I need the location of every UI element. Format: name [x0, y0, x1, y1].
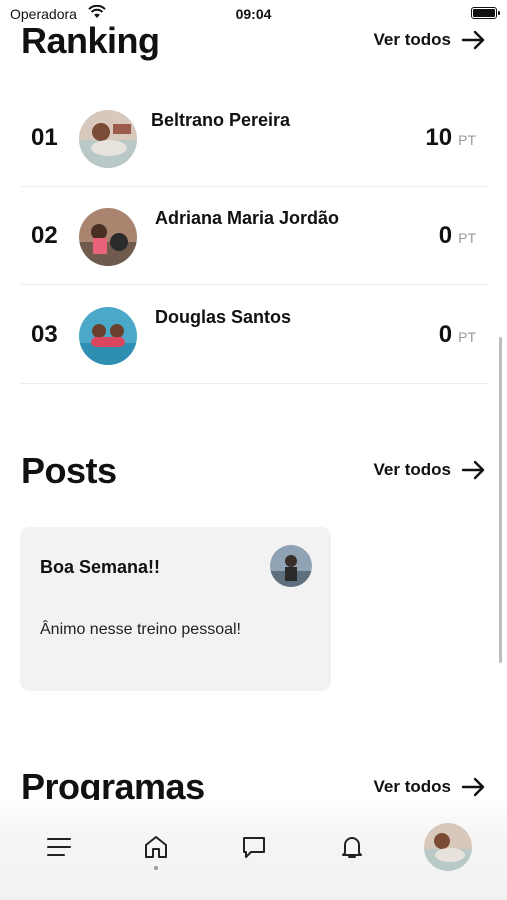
arrow-right-icon — [461, 777, 485, 797]
user-name: Beltrano Pereira — [151, 110, 291, 130]
ranking-row[interactable]: 01 Beltrano Pereira 10 PT — [21, 88, 488, 187]
ranking-see-all-button[interactable]: Ver todos — [374, 30, 487, 50]
bell-icon[interactable] — [337, 832, 367, 862]
arrow-right-icon — [461, 460, 485, 480]
chat-icon[interactable] — [239, 832, 269, 862]
rank-position: 02 — [31, 222, 58, 249]
ranking-row[interactable]: 03 Douglas Santos 0 PT — [21, 285, 488, 384]
tab-bar — [0, 800, 507, 900]
programs-see-all-button[interactable]: Ver todos — [374, 777, 487, 797]
see-all-label: Ver todos — [373, 30, 451, 49]
battery-icon — [471, 7, 500, 19]
score: 10 PT — [425, 124, 476, 152]
points-unit: PT — [458, 329, 476, 345]
arrow-right-icon — [461, 30, 485, 50]
points-value: 10 — [425, 124, 453, 151]
points-unit: PT — [458, 132, 476, 148]
avatar — [79, 110, 137, 168]
post-card[interactable]: Boa Semana!! Ânimo nesse treino pessoal! — [20, 527, 331, 691]
posts-see-all-button[interactable]: Ver todos — [374, 460, 487, 480]
ranking-title: Ranking — [21, 20, 160, 61]
home-icon[interactable] — [141, 832, 171, 862]
ranking-row[interactable]: 02 Adriana Maria Jordão 0 PT — [21, 186, 488, 285]
post-author-avatar — [270, 545, 312, 587]
points-unit: PT — [458, 230, 476, 246]
points-value: 0 — [438, 321, 453, 348]
post-body: Ânimo nesse treino pessoal! — [40, 621, 241, 638]
rank-position: 03 — [31, 321, 58, 348]
avatar — [79, 208, 137, 266]
menu-icon[interactable] — [44, 832, 74, 862]
avatar — [79, 307, 137, 365]
user-name: Douglas Santos — [155, 307, 292, 327]
see-all-label: Ver todos — [373, 460, 451, 479]
rank-position: 01 — [31, 124, 58, 151]
score: 0 PT — [439, 222, 476, 250]
scrollbar[interactable] — [499, 337, 502, 663]
post-title: Boa Semana!! — [40, 557, 161, 577]
see-all-label: Ver todos — [373, 777, 451, 796]
active-tab-indicator — [154, 866, 158, 870]
points-value: 0 — [438, 222, 453, 249]
score: 0 PT — [439, 321, 476, 349]
profile-avatar[interactable] — [424, 823, 472, 871]
posts-title: Posts — [21, 450, 117, 491]
user-name: Adriana Maria Jordão — [155, 208, 340, 228]
